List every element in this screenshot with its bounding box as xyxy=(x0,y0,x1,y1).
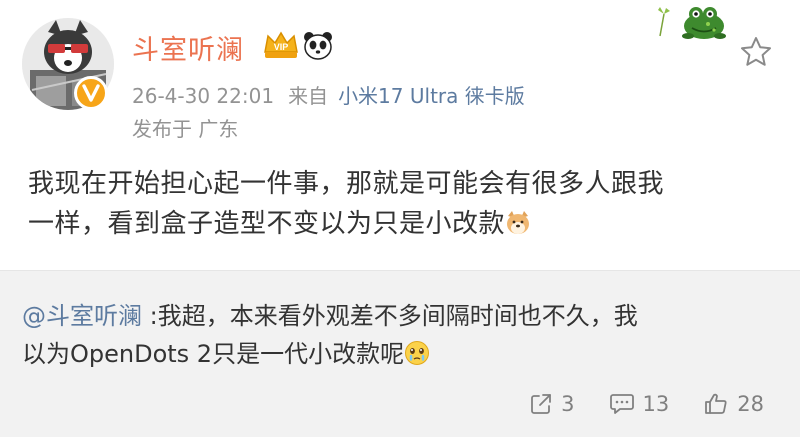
repost-icon xyxy=(531,394,552,414)
comment-icon xyxy=(609,394,634,414)
post-timestamp: 26-4-30 22:01 xyxy=(132,84,275,108)
repost-count: 3 xyxy=(561,392,575,416)
teary-face-emoji xyxy=(404,339,430,365)
repost-text-segment: 以为OpenDots 2只是一代小改款呢 xyxy=(22,340,405,368)
repost-text: @斗室听澜 :我超，本来看外观差不多间隔时间也不久，我 以为OpenDots 2… xyxy=(22,297,782,373)
comment-count: 13 xyxy=(642,392,670,416)
post-location: 发布于 广东 xyxy=(132,117,239,141)
device-link[interactable]: 小米17 Ultra 徕卡版 xyxy=(338,84,525,108)
repost-card[interactable]: @斗室听澜 :我超，本来看外观差不多间隔时间也不久，我 以为OpenDots 2… xyxy=(0,270,800,437)
like-count: 28 xyxy=(737,392,764,416)
from-label: 来自 xyxy=(288,84,329,108)
repost-text-line: @斗室听澜 :我超，本来看外观差不多间隔时间也不久，我 xyxy=(22,297,782,335)
post-text-line: 一样，看到盒子造型不变以为只是小改款 xyxy=(28,204,788,244)
star-outline-icon xyxy=(741,37,771,66)
svg-text:VIP: VIP xyxy=(274,42,289,52)
thumbs-up-icon xyxy=(705,393,727,414)
post-header: 斗室听澜 VIP 26-4-30 22:01 来自 小米17 Ultra 徕卡版 发… xyxy=(0,0,800,150)
repost-text-segment: :我超，本来看外观差不多间隔时间也不久，我 xyxy=(142,302,638,330)
vip-badge-icon[interactable]: VIP xyxy=(262,30,300,60)
like-button[interactable]: 28 xyxy=(703,392,764,416)
dog-face-emoji xyxy=(505,208,531,234)
post-meta: 26-4-30 22:01 来自 小米17 Ultra 徕卡版 xyxy=(132,80,525,109)
post-text: 我现在开始担心起一件事，那就是可能会有很多人跟我 一样，看到盒子造型不变以为只是… xyxy=(28,164,788,244)
post-text-segment: 一样，看到盒子造型不变以为只是小改款 xyxy=(28,209,506,239)
favorite-button[interactable] xyxy=(738,34,774,70)
comment-button[interactable]: 13 xyxy=(609,392,670,416)
post-text-line: 我现在开始担心起一件事，那就是可能会有很多人跟我 xyxy=(28,169,665,199)
repost-text-line: 以为OpenDots 2只是一代小改款呢 xyxy=(22,335,782,373)
mention-link[interactable]: @斗室听澜 xyxy=(22,302,142,330)
frog-sticker-icon xyxy=(648,2,728,42)
username[interactable]: 斗室听澜 xyxy=(132,28,244,67)
repost-button[interactable]: 3 xyxy=(529,392,575,416)
action-bar: 3 13 28 xyxy=(495,389,764,419)
verified-badge-icon xyxy=(74,76,108,110)
panda-icon xyxy=(302,30,334,60)
